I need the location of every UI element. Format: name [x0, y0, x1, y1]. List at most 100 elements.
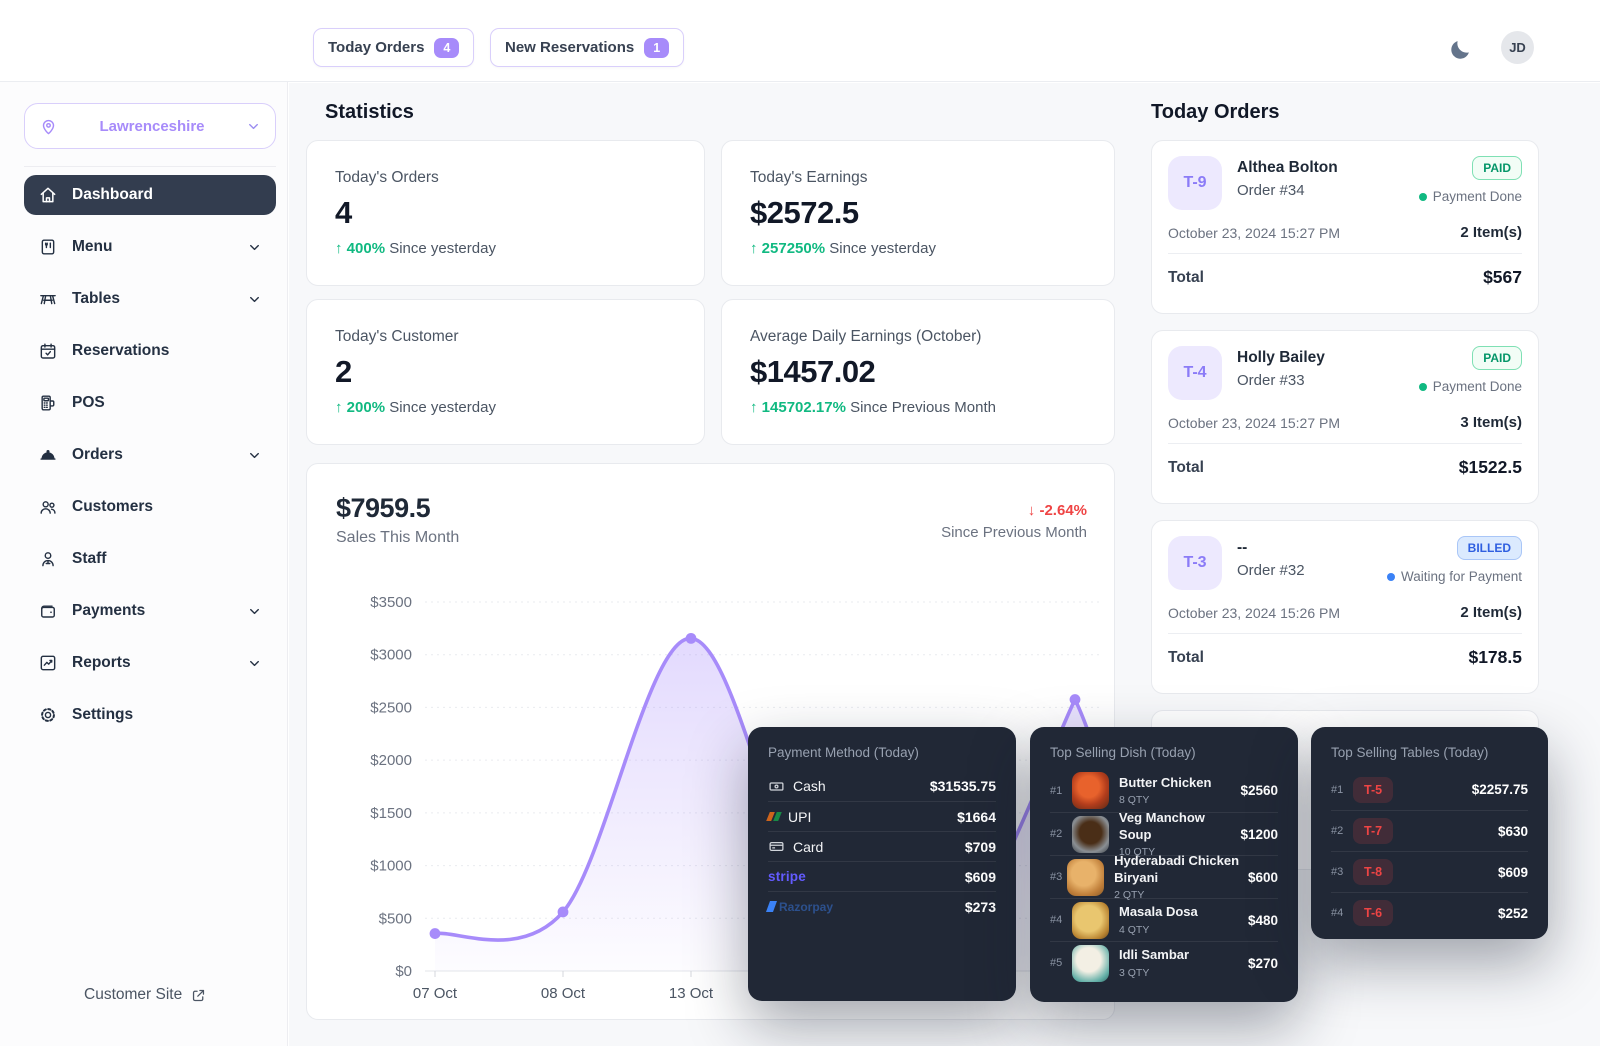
- order-items-count: 2 Item(s): [1460, 604, 1522, 621]
- total-label: Total: [1168, 459, 1204, 477]
- today-orders-heading: Today Orders: [1151, 101, 1280, 124]
- dish-photo: [1072, 902, 1109, 939]
- dish-name: Butter Chicken: [1119, 775, 1211, 791]
- cloche-icon: [38, 445, 58, 465]
- payment-method-row: Card $709: [768, 831, 996, 861]
- new-reservations-button[interactable]: New Reservations 1: [490, 28, 684, 67]
- table-rank-row: #3T-8 $609: [1331, 851, 1528, 892]
- table-badge: T-6: [1353, 900, 1393, 926]
- stripe-logo: stripe: [768, 869, 806, 884]
- table-badge: T-8: [1353, 859, 1393, 885]
- chevron-down-icon: [247, 656, 262, 671]
- dish-amount: $480: [1248, 913, 1278, 928]
- moon-icon: [1447, 37, 1473, 63]
- chevron-down-icon: [247, 240, 262, 255]
- sidebar-item-dashboard[interactable]: Dashboard: [24, 175, 276, 215]
- dish-amount: $1200: [1240, 827, 1278, 842]
- chevron-down-icon: [247, 604, 262, 619]
- order-datetime: October 23, 2024 15:27 PM: [1168, 225, 1340, 241]
- total-amount: $1522.5: [1459, 457, 1522, 478]
- svg-text:$1500: $1500: [370, 805, 412, 822]
- avatar-initials: JD: [1509, 40, 1526, 55]
- top-selling-dish-panel: Top Selling Dish (Today) #1 Butter Chick…: [1030, 727, 1298, 1002]
- payment-method-title: Payment Method (Today): [768, 745, 996, 760]
- order-card[interactable]: T-4 Holly Bailey Order #33 PAID Payment …: [1151, 330, 1539, 504]
- order-card[interactable]: T-9 Althea Bolton Order #34 PAID Payment…: [1151, 140, 1539, 314]
- svg-text:$0: $0: [395, 963, 412, 980]
- divider: [1168, 253, 1522, 254]
- total-label: Total: [1168, 649, 1204, 667]
- report-icon: [38, 653, 58, 673]
- total-label: Total: [1168, 269, 1204, 287]
- cash-icon: [768, 778, 785, 795]
- payment-amount: $1664: [957, 809, 996, 825]
- table-rank-row: #2T-7 $630: [1331, 810, 1528, 851]
- staff-icon: [38, 549, 58, 569]
- delta-arrow-icon: ↑: [335, 399, 343, 416]
- stat-delta: ↑ 400% Since yesterday: [335, 240, 676, 257]
- payment-status-dot: [1419, 193, 1427, 201]
- sidebar-item-reports[interactable]: Reports: [24, 643, 276, 683]
- dish-amount: $2560: [1240, 783, 1278, 798]
- sidebar-item-reservations[interactable]: Reservations: [24, 331, 276, 371]
- dish-row: #3 Hyderabadi Chicken Biryani2 QTY $600: [1050, 855, 1278, 898]
- dish-row: #5 Idli Sambar3 QTY $270: [1050, 941, 1278, 984]
- new-reservations-button-label: New Reservations: [505, 39, 634, 56]
- sidebar-item-payments[interactable]: Payments: [24, 591, 276, 631]
- gear-icon: [38, 705, 58, 725]
- customer-name: --: [1237, 539, 1305, 557]
- order-number: Order #33: [1237, 372, 1325, 389]
- sidebar-divider: [24, 166, 276, 167]
- upi-logo: [768, 812, 780, 821]
- sidebar-item-menu[interactable]: Menu: [24, 227, 276, 267]
- sidebar-item-label: Staff: [72, 550, 262, 568]
- table-badge: T-4: [1168, 346, 1222, 400]
- stat-value: 4: [335, 195, 676, 231]
- sidebar: Lawrenceshire Dashboard Menu Tables: [0, 82, 288, 1046]
- table-badge: T-7: [1353, 818, 1393, 844]
- order-datetime: October 23, 2024 15:26 PM: [1168, 605, 1340, 621]
- status-badge: PAID: [1472, 346, 1522, 370]
- top-selling-tables-panel: Top Selling Tables (Today) #1T-5 $2257.7…: [1311, 727, 1548, 939]
- dish-amount: $600: [1248, 870, 1278, 885]
- stat-delta: ↑ 200% Since yesterday: [335, 399, 676, 416]
- payment-method-row: Cash $31535.75: [768, 771, 996, 801]
- avatar[interactable]: JD: [1501, 31, 1534, 64]
- payment-amount: $709: [965, 839, 996, 855]
- order-card[interactable]: T-3 -- Order #32 BILLED Waiting for Paym…: [1151, 520, 1539, 694]
- dish-photo: [1067, 859, 1104, 896]
- payment-status-text: Payment Done: [1433, 379, 1522, 394]
- customer-site-link[interactable]: Customer Site: [84, 986, 207, 1004]
- new-reservations-count-badge: 1: [644, 38, 669, 58]
- wallet-icon: [38, 601, 58, 621]
- table-amount: $2257.75: [1472, 782, 1528, 797]
- sidebar-item-tables[interactable]: Tables: [24, 279, 276, 319]
- sidebar-item-pos[interactable]: POS: [24, 383, 276, 423]
- sidebar-item-settings[interactable]: Settings: [24, 695, 276, 735]
- svg-text:$1000: $1000: [370, 858, 412, 875]
- svg-text:$2500: $2500: [370, 699, 412, 716]
- customer-name: Holly Bailey: [1237, 349, 1325, 367]
- sales-delta-label: Since Previous Month: [941, 524, 1087, 541]
- sidebar-item-label: Orders: [72, 446, 233, 464]
- delta-arrow-icon: ↑: [750, 240, 758, 257]
- payment-amount: $31535.75: [930, 778, 996, 794]
- location-selector[interactable]: Lawrenceshire: [24, 103, 276, 149]
- top-selling-dish-title: Top Selling Dish (Today): [1050, 745, 1278, 760]
- table-amount: $252: [1498, 906, 1528, 921]
- today-orders-button[interactable]: Today Orders 4: [313, 28, 474, 67]
- dish-name: Idli Sambar: [1119, 947, 1189, 963]
- dish-name: Veg Manchow Soup: [1119, 810, 1241, 843]
- razorpay-logo: Razorpay: [768, 900, 833, 914]
- dark-mode-toggle[interactable]: [1443, 33, 1477, 67]
- order-datetime: October 23, 2024 15:27 PM: [1168, 415, 1340, 431]
- dish-qty: 4 QTY: [1119, 924, 1198, 936]
- sidebar-item-customers[interactable]: Customers: [24, 487, 276, 527]
- sidebar-item-staff[interactable]: Staff: [24, 539, 276, 579]
- payment-method-row: stripe $609: [768, 861, 996, 891]
- map-pin-icon: [39, 117, 58, 136]
- dish-qty: 3 QTY: [1119, 967, 1189, 979]
- stat-value: 2: [335, 354, 676, 390]
- sidebar-item-label: Customers: [72, 498, 262, 516]
- sidebar-item-orders[interactable]: Orders: [24, 435, 276, 475]
